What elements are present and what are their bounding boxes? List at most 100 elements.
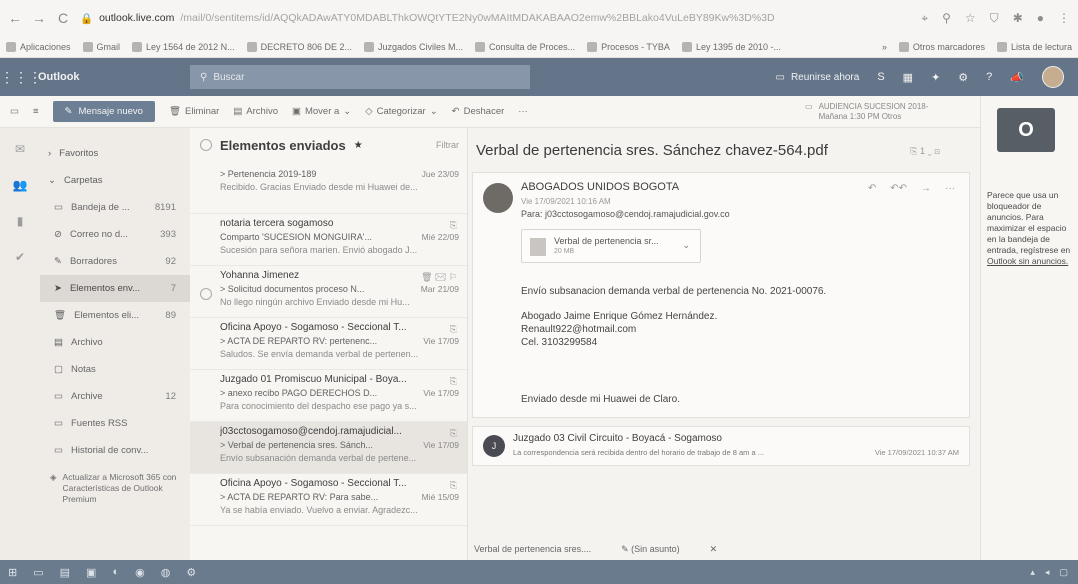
- folder-inbox[interactable]: ▭ Bandeja de ... 8191: [40, 194, 190, 221]
- attachment-chip[interactable]: Verbal de pertenencia sr... 20 MB ⌄: [521, 229, 701, 263]
- recipient-line: Para: j03cctosogamoso@cendoj.ramajudicia…: [521, 209, 730, 219]
- undo-button[interactable]: ↶ Deshacer: [452, 106, 505, 117]
- settings-icon[interactable]: ⚙: [186, 566, 196, 579]
- star-icon[interactable]: ☆: [965, 11, 976, 26]
- network-icon[interactable]: ▴: [1030, 567, 1035, 578]
- forward-icon[interactable]: →: [921, 183, 931, 194]
- calendar-icon[interactable]: ▦: [903, 71, 913, 84]
- bookmark-juzgados[interactable]: Juzgados Civiles M...: [364, 41, 463, 52]
- archive-button[interactable]: ▤ Archivo: [233, 106, 278, 117]
- favorite-star-icon[interactable]: ★: [354, 140, 363, 151]
- folder-notes[interactable]: ▢ Notas: [40, 356, 190, 383]
- shield-icon[interactable]: ⛉: [990, 11, 999, 26]
- start-icon[interactable]: ⊞: [8, 566, 17, 579]
- address-bar[interactable]: 🔒 outlook.live.com/mail/0/sentitems/id/A…: [80, 6, 911, 30]
- store-icon[interactable]: ▣: [86, 566, 96, 579]
- chevron-down-icon[interactable]: ⌄: [682, 240, 690, 251]
- list-item[interactable]: > Pertenencia 2019-189 Jue 23/09 Recibido…: [190, 162, 467, 214]
- upgrade-premium-link[interactable]: ◈ Actualizar a Microsoft 365 con Caracter…: [40, 464, 190, 513]
- bookmark-consulta[interactable]: Consulta de Proces...: [475, 41, 575, 52]
- whats-new-icon[interactable]: 📣: [1010, 71, 1024, 84]
- more-icon[interactable]: ···: [945, 183, 955, 194]
- folder-archivo[interactable]: ▤ Archivo: [40, 329, 190, 356]
- skype-icon[interactable]: S: [877, 71, 884, 83]
- tab-draft-verbal[interactable]: Verbal de pertenencia sres....: [474, 544, 591, 554]
- move-to-button[interactable]: ▣ Mover a ⌄: [292, 106, 351, 117]
- app-brand[interactable]: Outlook: [30, 71, 190, 83]
- zoom-icon[interactable]: ⚲: [942, 11, 951, 26]
- close-icon[interactable]: ✕: [710, 544, 718, 555]
- bookmark-ley-1564[interactable]: Ley 1564 de 2012 N...: [132, 41, 235, 52]
- flag-icon[interactable]: 🗑 ✉ ⚐: [421, 272, 457, 283]
- bookmark-page-icon: [246, 41, 257, 52]
- archive-icon: ▤: [233, 106, 243, 117]
- help-icon[interactable]: ?: [986, 71, 992, 83]
- bookmark-gmail[interactable]: Gmail: [82, 41, 120, 52]
- task-view-icon[interactable]: ▭: [33, 566, 43, 579]
- folder-sent[interactable]: ➤ Elementos env... 7: [40, 275, 190, 302]
- attachment-count[interactable]: ⎘ 1 ⌄ ⊡: [910, 146, 940, 157]
- folder-rss[interactable]: ▭ Fuentes RSS: [40, 410, 190, 437]
- search-input[interactable]: ⚲ Buscar: [190, 65, 530, 89]
- folders-section[interactable]: ⌄ Carpetas: [40, 167, 190, 194]
- meet-now-button[interactable]: ▭ Reunirse ahora: [776, 72, 860, 83]
- folder-junk[interactable]: ⊘ Correo no d... 393: [40, 221, 190, 248]
- hamburger-icon[interactable]: ≡: [33, 106, 39, 117]
- reply-icon[interactable]: ↶: [868, 183, 876, 194]
- bookmark-decreto-806[interactable]: DECRETO 806 DE 2...: [246, 41, 352, 52]
- list-item[interactable]: Juzgado 01 Promiscuo Municipal - Boya...…: [190, 370, 467, 422]
- todo-icon[interactable]: ✔: [15, 250, 25, 264]
- browser-menu-icon[interactable]: ⋮: [1058, 11, 1070, 26]
- folder-archive[interactable]: ▭ Archive 12: [40, 383, 190, 410]
- avatar[interactable]: [1042, 66, 1064, 88]
- select-checkbox[interactable]: [200, 288, 212, 300]
- bookmarks-overflow-button[interactable]: »: [882, 42, 887, 52]
- select-all-checkbox[interactable]: [200, 139, 212, 151]
- profile-icon[interactable]: ●: [1037, 11, 1044, 26]
- rewards-icon[interactable]: ✦: [931, 71, 940, 84]
- folder-conversation-history[interactable]: ▭ Historial de conv...: [40, 437, 190, 464]
- reply-all-icon[interactable]: ↶↶: [890, 183, 907, 194]
- bookmark-page-icon: [587, 41, 598, 52]
- forward-icon[interactable]: →: [32, 10, 46, 26]
- edge-icon[interactable]: ◐: [112, 566, 119, 578]
- volume-icon[interactable]: ◂: [1045, 567, 1050, 578]
- bookmark-ley-1395[interactable]: Ley 1395 de 2010 -...: [681, 41, 781, 52]
- list-item[interactable]: notaria tercera sogamoso Comparto 'SUCES…: [190, 214, 467, 266]
- collapse-rail-icon[interactable]: ▭: [10, 106, 19, 117]
- tab-draft-no-subject[interactable]: ✎ (Sin asunto): [621, 544, 680, 555]
- filter-button[interactable]: Filtrar: [436, 140, 459, 150]
- mail-icon[interactable]: ✉: [15, 142, 25, 156]
- list-item[interactable]: Yohanna Jimenez > Solicitud documentos p…: [190, 266, 467, 318]
- folder-drafts[interactable]: ✎ Borradores 92: [40, 248, 190, 275]
- bookmark-apps[interactable]: Aplicaciones: [6, 41, 71, 52]
- categorize-button[interactable]: ◇ Categorizar ⌄: [365, 106, 437, 117]
- new-message-button[interactable]: ✎ Mensaje nuevo: [52, 101, 155, 122]
- delete-button[interactable]: 🗑 Eliminar: [169, 106, 219, 117]
- more-actions-button[interactable]: ···: [518, 106, 528, 117]
- file-explorer-icon[interactable]: ▤: [60, 566, 70, 579]
- location-icon[interactable]: ⌖: [921, 11, 928, 26]
- reminder-banner[interactable]: ▭ AUDIENCIA SUCESION 2018- Mañana 1:30 PM…: [805, 102, 928, 122]
- folder-deleted[interactable]: 🗑 Elementos eli... 89: [40, 302, 190, 329]
- reload-icon[interactable]: C: [56, 10, 70, 26]
- bookmark-tyba[interactable]: Procesos - TYBA: [587, 41, 670, 52]
- people-icon[interactable]: 👥: [13, 178, 28, 192]
- chrome-icon[interactable]: ◉: [135, 566, 145, 579]
- list-item[interactable]: Oficina Apoyo - Sogamoso - Seccional T..…: [190, 474, 467, 526]
- reading-list[interactable]: Lista de lectura: [996, 41, 1072, 52]
- back-icon[interactable]: ←: [8, 10, 22, 26]
- settings-icon[interactable]: ⚙: [958, 71, 968, 84]
- reply-card[interactable]: J Juzgado 03 Civil Circuito - Boyacá - S…: [472, 426, 970, 466]
- app-launcher-icon[interactable]: ⋮⋮⋮: [0, 69, 42, 86]
- mail-icon[interactable]: ◍: [161, 566, 171, 579]
- favorites-section[interactable]: › Favoritos: [40, 140, 190, 167]
- files-icon[interactable]: ▮: [17, 214, 24, 228]
- chevron-down-icon: ⌄: [429, 106, 438, 117]
- extensions-icon[interactable]: ✱: [1013, 11, 1023, 26]
- list-item-selected[interactable]: j03cctosogamoso@cendoj.ramajudicial... >…: [190, 422, 467, 474]
- list-item[interactable]: Oficina Apoyo - Sogamoso - Seccional T..…: [190, 318, 467, 370]
- notifications-icon[interactable]: ▢: [1059, 567, 1068, 578]
- other-bookmarks[interactable]: Otros marcadores: [898, 41, 985, 52]
- ad-free-link[interactable]: Outlook sin anuncios.: [987, 256, 1068, 266]
